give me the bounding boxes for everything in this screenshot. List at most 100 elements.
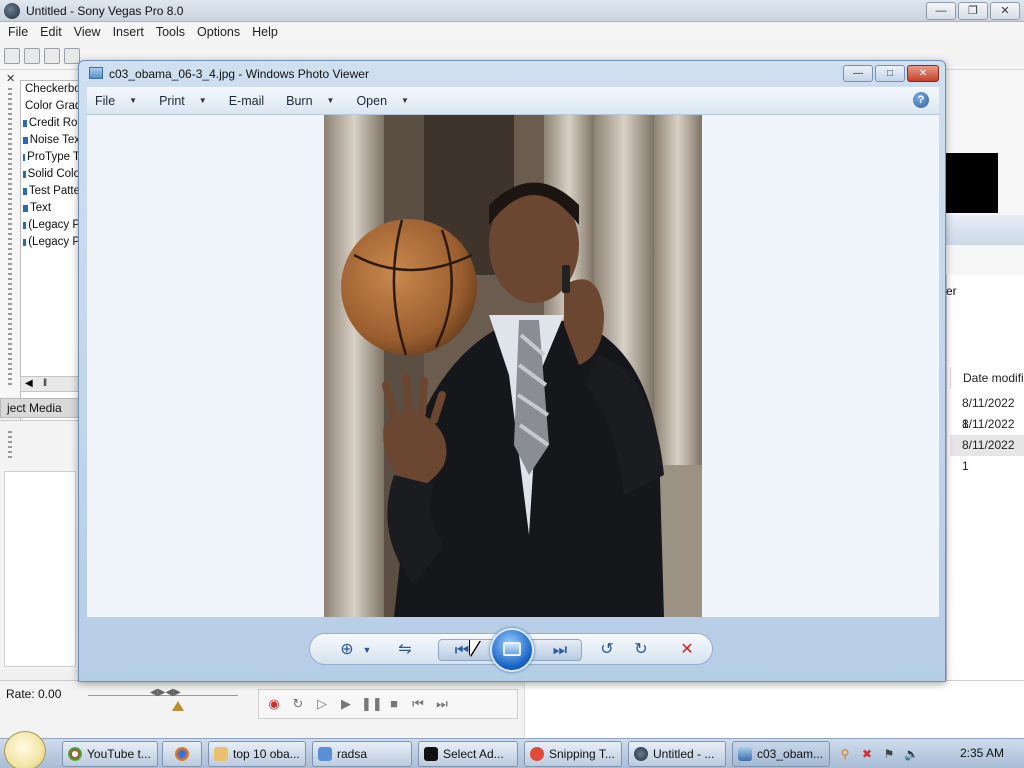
panel-close-icon[interactable]: ✕ — [6, 72, 15, 85]
panel-grip[interactable] — [8, 88, 12, 388]
menu-tools[interactable]: Tools — [150, 25, 191, 39]
zoom-icon[interactable]: ⊕ — [336, 639, 358, 661]
new-file-icon[interactable] — [4, 47, 20, 64]
chevron-down-icon: ▼ — [129, 96, 138, 105]
image-file-icon — [89, 67, 103, 79]
stop-icon[interactable]: ■ — [385, 695, 403, 713]
list-item[interactable]: (Legacy P — [21, 234, 80, 251]
lower-left-panel — [0, 420, 80, 670]
chevron-down-icon: ▼ — [326, 96, 335, 105]
email-button[interactable]: E-mail — [229, 94, 264, 108]
vegas-menubar: File Edit View Insert Tools Options Help — [0, 22, 1024, 42]
table-row[interactable]: 8/11/2022 1 — [950, 435, 1024, 473]
rotate-clockwise-icon[interactable]: ↻ — [630, 639, 652, 661]
play-icon[interactable]: ▶ — [337, 695, 355, 713]
taskbar-item-youtube[interactable]: YouTube t... — [62, 741, 158, 767]
play-from-start-icon[interactable]: ▷ — [313, 695, 331, 713]
tab-media-generators[interactable]: ject Media — [0, 398, 80, 418]
list-item[interactable]: Checkerbo — [21, 81, 80, 98]
volume-icon[interactable]: 🔈 — [904, 747, 919, 761]
chevron-down-icon[interactable]: ▼ — [356, 639, 378, 661]
date-modified-header[interactable]: Date modifi — [950, 367, 1024, 389]
burn-menu-button[interactable]: Burn ▼ — [286, 94, 334, 108]
menu-view[interactable]: View — [68, 25, 107, 39]
properties-icon[interactable] — [64, 47, 80, 64]
table-row[interactable]: 8/11/2022 1 — [950, 414, 1024, 452]
horizontal-scrollbar[interactable]: ◀ ‖ — [20, 376, 80, 392]
pause-icon[interactable]: ❚❚ — [361, 695, 383, 713]
table-row[interactable]: 8/11/2022 1 — [950, 393, 1024, 431]
help-icon[interactable]: ? — [913, 92, 929, 108]
list-item[interactable]: Test Patte — [21, 183, 80, 200]
list-item[interactable]: Noise Tex — [21, 132, 80, 149]
command-prompt-icon — [424, 747, 438, 761]
menu-edit[interactable]: Edit — [34, 25, 68, 39]
fit-to-window-icon[interactable]: ⇋ — [394, 639, 416, 661]
photo-viewer-titlebar[interactable]: c03_obama_06-3_4.jpg - Windows Photo Vie… — [79, 61, 945, 87]
maximize-button[interactable]: □ — [875, 65, 905, 82]
vegas-titlebar: Untitled - Sony Vegas Pro 8.0 — ❐ ✕ — [0, 0, 1024, 22]
taskbar-item-photo-viewer[interactable]: c03_obam... — [732, 741, 830, 767]
chevron-down-icon: ▼ — [198, 96, 207, 105]
mouse-cursor-icon — [470, 640, 480, 656]
photo-viewer-title: c03_obama_06-3_4.jpg - Windows Photo Vie… — [109, 67, 369, 81]
menu-help[interactable]: Help — [246, 25, 284, 39]
menu-file[interactable]: File — [2, 25, 34, 39]
rate-slider-thumb-icon[interactable]: ◀▶◀▶ — [150, 687, 181, 698]
taskbar-item-select-admin[interactable]: Select Ad... — [418, 741, 518, 767]
list-item[interactable]: Text — [21, 200, 80, 217]
taskbar-item-snipping-tool[interactable]: Snipping T... — [524, 741, 622, 767]
file-menu-button[interactable]: File ▼ — [95, 94, 137, 108]
panel-grip[interactable] — [8, 431, 12, 461]
rotate-counterclockwise-icon[interactable]: ↺ — [596, 639, 618, 661]
taskbar-item-top-10-obama[interactable]: top 10 oba... — [208, 741, 306, 767]
next-icon[interactable]: ⏭ — [549, 640, 571, 662]
start-button[interactable] — [4, 731, 46, 768]
vegas-minimize-button[interactable]: — — [926, 2, 956, 20]
photo-viewer-icon — [738, 747, 752, 761]
list-item[interactable]: (Legacy P — [21, 217, 80, 234]
clock[interactable]: 2:35 AM — [960, 746, 1004, 760]
menu-insert[interactable]: Insert — [107, 25, 150, 39]
list-item[interactable]: ProType T — [21, 149, 80, 166]
action-center-icon[interactable]: ⚑ — [882, 747, 896, 761]
rate-marker-icon[interactable] — [172, 701, 184, 711]
scissors-icon — [530, 747, 544, 761]
delete-icon[interactable]: ✕ — [676, 639, 698, 661]
chrome-icon — [68, 747, 82, 761]
rate-label: Rate: 0.00 — [6, 687, 62, 701]
taskbar-item-untitled-vegas[interactable]: Untitled - ... — [628, 741, 726, 767]
transport-controls: ◉ ↻ ▷ ▶ ❚❚ ■ ⏮ ⏭ — [258, 689, 518, 719]
open-folder-icon[interactable] — [24, 47, 40, 64]
explorer-pane — [946, 275, 1024, 695]
go-to-end-icon[interactable]: ⏭ — [433, 695, 451, 713]
close-button[interactable]: ✕ — [907, 65, 939, 82]
image-canvas — [87, 115, 939, 617]
print-menu-button[interactable]: Print ▼ — [159, 94, 207, 108]
go-to-start-icon[interactable]: ⏮ — [409, 695, 427, 713]
network-error-icon[interactable]: ✖ — [860, 747, 874, 761]
explorer-partial-label: er — [946, 284, 957, 298]
save-icon[interactable] — [44, 47, 60, 64]
chevron-down-icon: ▼ — [401, 96, 409, 105]
navigation-bar: ⊕ ▼ ⇋ ⏮ ⏭ ↺ ↻ ✕ — [309, 628, 713, 672]
open-menu-button[interactable]: Open ▼ — [356, 94, 409, 108]
list-item[interactable]: Credit Rol — [21, 115, 80, 132]
vegas-app-icon — [4, 3, 20, 19]
record-icon[interactable]: ◉ — [265, 695, 283, 713]
search-icon[interactable]: ⚲ — [838, 747, 852, 761]
slideshow-button[interactable] — [490, 628, 534, 672]
minimize-button[interactable]: — — [843, 65, 873, 82]
slideshow-icon — [503, 642, 521, 656]
loop-icon[interactable]: ↻ — [289, 695, 307, 713]
taskbar-item-firefox[interactable] — [162, 741, 202, 767]
photo-viewer-window: c03_obama_06-3_4.jpg - Windows Photo Vie… — [78, 60, 946, 682]
firefox-icon — [175, 747, 189, 761]
menu-options[interactable]: Options — [191, 25, 246, 39]
background-explorer-window: er Date modifi 8/11/2022 1 8/11/2022 1 8… — [946, 70, 1024, 695]
list-item[interactable]: Solid Colo — [21, 166, 80, 183]
vegas-close-button[interactable]: ✕ — [990, 2, 1020, 20]
taskbar-item-radsa[interactable]: radsa — [312, 741, 412, 767]
list-item[interactable]: Color Grad — [21, 98, 80, 115]
vegas-restore-button[interactable]: ❐ — [958, 2, 988, 20]
